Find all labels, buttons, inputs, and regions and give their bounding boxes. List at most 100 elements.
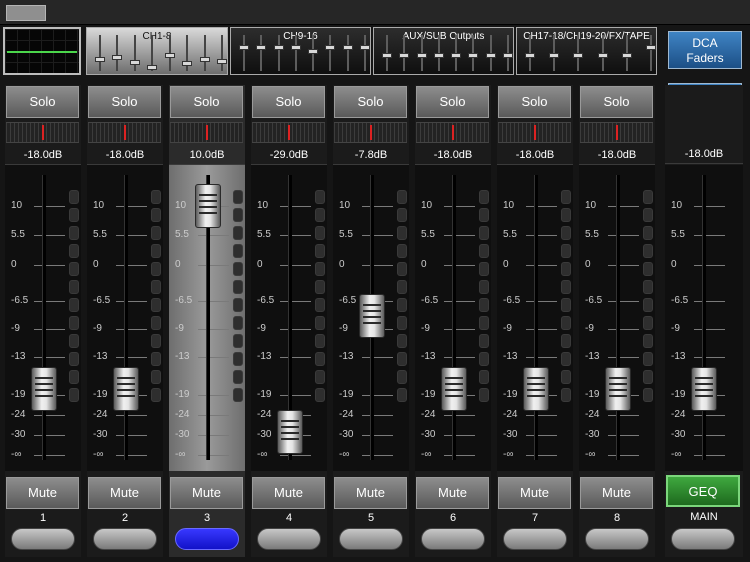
level-readout: -18.0dB — [5, 146, 81, 165]
scale-label: -6.5 — [175, 295, 193, 306]
pan-control[interactable] — [498, 122, 571, 143]
pan-control[interactable] — [170, 122, 243, 143]
mute-button[interactable]: Mute — [88, 477, 161, 509]
bank-tab-4[interactable]: CH17-18/CH19-20/FX/TAPE — [516, 27, 657, 75]
scale-line — [608, 435, 639, 436]
meter-segment — [69, 244, 79, 258]
fader-knob[interactable] — [277, 409, 303, 454]
fader-knob[interactable] — [605, 366, 631, 411]
channel-number: 2 — [121, 512, 129, 524]
fader-knob[interactable] — [441, 366, 467, 411]
mini-fader-cap — [290, 45, 301, 50]
channel-select-button[interactable] — [257, 528, 321, 550]
mini-fader-cap — [308, 49, 319, 54]
mute-button[interactable]: Mute — [334, 477, 407, 509]
meter-segment — [69, 334, 79, 348]
solo-button[interactable]: Solo — [416, 86, 489, 118]
bank-tab-2[interactable]: CH9-16 — [230, 27, 371, 75]
bank-tab-1[interactable]: CH1-8 — [86, 27, 228, 75]
mini-fader — [342, 35, 353, 71]
channel-select-button[interactable] — [585, 528, 649, 550]
geq-button[interactable]: GEQ — [666, 475, 740, 507]
channel-select-button[interactable] — [175, 528, 239, 550]
scale-mark: -30 — [93, 430, 148, 440]
mini-fader-cap — [199, 57, 210, 62]
scale-label: -6.5 — [585, 295, 603, 306]
mute-button[interactable]: Mute — [416, 477, 489, 509]
mini-fader — [182, 35, 193, 71]
scale-mark: -6.5 — [175, 296, 230, 306]
scale-label: -30 — [421, 429, 436, 440]
channel-select-button[interactable] — [503, 528, 567, 550]
menu-box[interactable] — [6, 5, 46, 21]
scale-label: -6.5 — [671, 295, 689, 306]
meter-segment — [69, 388, 79, 402]
bank-label: CH17-18/CH19-20/FX/TAPE — [523, 31, 650, 42]
scale-mark: -30 — [421, 430, 476, 440]
fader-knob[interactable] — [31, 366, 57, 411]
main-select-button[interactable] — [671, 528, 735, 550]
level-meter — [397, 190, 407, 405]
solo-button[interactable]: Solo — [498, 86, 571, 118]
scale-mark: -6.5 — [421, 296, 476, 306]
mini-fader-cap — [342, 45, 353, 50]
scale-mark: -9 — [671, 324, 726, 334]
pan-control[interactable] — [416, 122, 489, 143]
mini-fader — [95, 35, 105, 71]
pan-control[interactable] — [334, 122, 407, 143]
scale-mark: 0 — [175, 260, 230, 270]
scale-line — [280, 301, 311, 302]
scale-label: -13 — [175, 351, 190, 362]
solo-button[interactable]: Solo — [334, 86, 407, 118]
scale-line — [198, 415, 229, 416]
scale-line — [34, 455, 65, 456]
scale-line — [362, 357, 393, 358]
mini-fader-cap — [360, 45, 370, 50]
scale-label: -6.5 — [93, 295, 111, 306]
meter-segment — [315, 334, 325, 348]
channel-select-button[interactable] — [421, 528, 485, 550]
fader-knob[interactable] — [523, 366, 549, 411]
fader-knob[interactable] — [691, 366, 717, 411]
channel-select-button[interactable] — [93, 528, 157, 550]
mute-button[interactable]: Mute — [580, 477, 653, 509]
scale-line — [444, 301, 475, 302]
solo-button[interactable]: Solo — [88, 86, 161, 118]
pan-indicator — [452, 125, 454, 140]
scale-mark: -13 — [421, 352, 476, 362]
mute-button[interactable]: Mute — [170, 477, 243, 509]
scale-line — [526, 235, 557, 236]
pan-control[interactable] — [580, 122, 653, 143]
mini-fader-cap — [217, 59, 227, 64]
eq-overview-display[interactable] — [3, 27, 81, 75]
scale-mark: -∞ — [93, 450, 148, 460]
pan-indicator — [370, 125, 372, 140]
scale-label: -13 — [671, 351, 686, 362]
fader-knob[interactable] — [359, 293, 385, 338]
bank-tab-3[interactable]: AUX/SUB Outputs — [373, 27, 514, 75]
solo-button[interactable]: Solo — [6, 86, 79, 118]
dca-faders-button[interactable]: DCA Faders — [668, 31, 742, 69]
scale-label: -13 — [11, 351, 26, 362]
mute-button[interactable]: Mute — [6, 477, 79, 509]
pan-control[interactable] — [252, 122, 325, 143]
mute-button[interactable]: Mute — [252, 477, 325, 509]
mute-button[interactable]: Mute — [498, 477, 571, 509]
channel-select-button[interactable] — [339, 528, 403, 550]
fader-knob[interactable] — [113, 366, 139, 411]
scale-mark: -∞ — [585, 450, 640, 460]
scale-mark: 0 — [421, 260, 476, 270]
scale-label: -9 — [671, 323, 680, 334]
solo-button[interactable]: Solo — [580, 86, 653, 118]
scale-mark: 0 — [339, 260, 394, 270]
pan-control[interactable] — [6, 122, 79, 143]
fader-knob[interactable] — [195, 184, 221, 228]
pan-control[interactable] — [88, 122, 161, 143]
solo-button[interactable]: Solo — [252, 86, 325, 118]
solo-button[interactable]: Solo — [170, 86, 243, 118]
scale-line — [444, 435, 475, 436]
scale-label: -24 — [257, 409, 272, 420]
mini-fader-cap — [256, 45, 267, 50]
meter-segment — [479, 352, 489, 366]
channel-select-button[interactable] — [11, 528, 75, 550]
